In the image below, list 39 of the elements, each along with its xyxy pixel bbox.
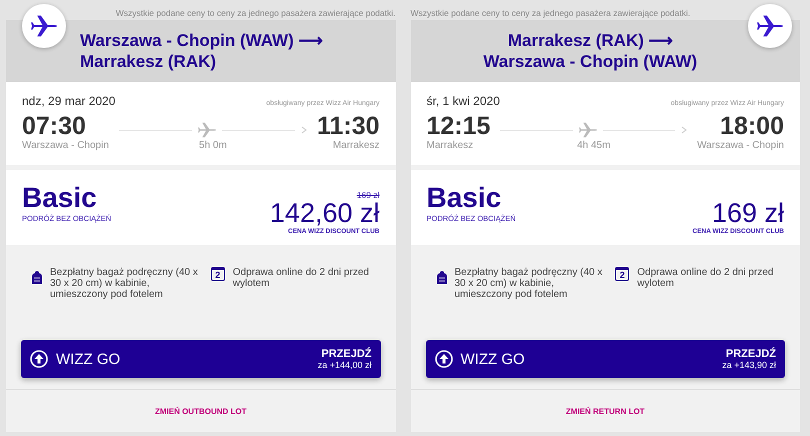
flight-duration: 5h 0m bbox=[199, 140, 227, 151]
route-title: Marrakesz (RAK) ⟶ Warszawa - Chopin (WAW) bbox=[482, 30, 698, 72]
price-notice: Wszystkie podane ceny to ceny za jednego pasażera zawierające podatki. bbox=[114, 7, 396, 20]
fare-name: Basic bbox=[426, 184, 502, 212]
plane-icon bbox=[757, 15, 783, 37]
change-flight-link[interactable]: ZMIEŃ RETURN LOT bbox=[566, 406, 645, 416]
arrival-time: 18:00 bbox=[719, 112, 784, 140]
flight-date: ndz, 29 mar 2020 bbox=[22, 94, 116, 108]
backpack-icon bbox=[436, 270, 446, 285]
change-flight-link[interactable]: ZMIEŃ OUTBOUND LOT bbox=[154, 406, 247, 416]
fare-price: 169 zł bbox=[712, 200, 784, 227]
plane-icon bbox=[31, 15, 57, 37]
arrival-place: Marrakesz bbox=[332, 140, 380, 151]
feature-text: Odprawa online do 2 dni przed wylotem bbox=[232, 267, 370, 289]
calendar-icon: 2 bbox=[210, 267, 225, 281]
plane-icon bbox=[578, 122, 597, 138]
flight-duration: 4h 45m bbox=[577, 140, 610, 151]
departure-time: 07:30 bbox=[22, 112, 87, 140]
backpack-icon bbox=[32, 270, 42, 285]
flight-date: śr, 1 kwi 2020 bbox=[426, 94, 500, 108]
departure-time: 12:15 bbox=[426, 112, 490, 140]
upload-icon bbox=[434, 350, 452, 368]
route-title: Warszawa - Chopin (WAW) ⟶ Marrakesz (RAK) bbox=[80, 30, 324, 72]
departure-place: Warszawa - Chopin bbox=[22, 140, 109, 151]
plane-icon bbox=[198, 122, 216, 138]
feature-text: Bezpłatny bagaż podręczny (40 x 30 x 20 cm) w kabinie, umieszczony pod fotelem bbox=[454, 267, 604, 300]
feature-text: Odprawa online do 2 dni przed wylotem bbox=[637, 267, 774, 289]
feature-text: Bezpłatny bagaż podręczny (40 x 30 x 20 cm) w kabinie, umieszczony pod fotelem bbox=[50, 267, 199, 300]
price-notice: Wszystkie podane ceny to ceny za jednego pasażera zawierające podatki. bbox=[410, 7, 692, 20]
upload-icon bbox=[30, 350, 48, 368]
fare-name: Basic bbox=[22, 184, 98, 212]
arrival-place: Warszawa - Chopin bbox=[697, 140, 784, 151]
wizz-go-button[interactable]: WIZZ GO PRZEJDŹ za +144,00 zł bbox=[21, 340, 380, 378]
arrival-time: 11:30 bbox=[316, 112, 380, 140]
fare-price: 142,60 zł bbox=[270, 200, 380, 227]
departure-place: Marrakesz bbox=[426, 140, 474, 151]
calendar-icon: 2 bbox=[615, 267, 630, 281]
wizz-go-button[interactable]: WIZZ GO PRZEJDŹ za +143,90 zł bbox=[426, 340, 785, 378]
old-price: 169 zł bbox=[356, 190, 380, 200]
